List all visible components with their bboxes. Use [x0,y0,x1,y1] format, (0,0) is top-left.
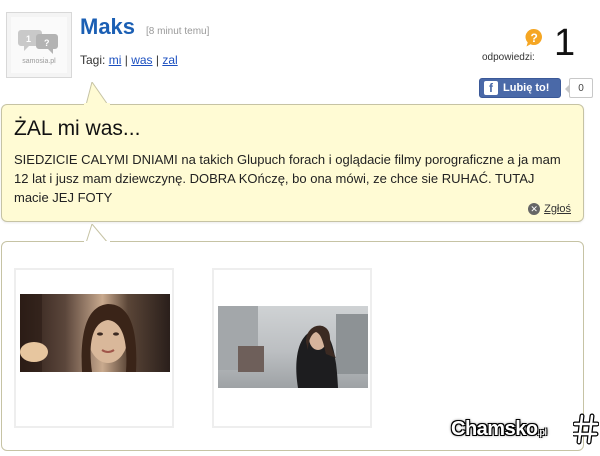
tag-link-zal[interactable]: zal [162,53,177,67]
svg-text:?: ? [44,38,50,48]
answers-count: 1 [554,22,576,64]
gallery-tail [84,224,110,244]
avatar-label: samosia.pl [22,57,56,65]
facebook-like-button[interactable]: f Lubię to! [479,78,561,98]
post-title: ŻAL mi was... [14,117,141,140]
avatar-image: 1 ? samosia.pl [11,17,67,73]
post-body: SIEDZICIE CALYMI DNIAMI na takich Glupuc… [14,152,561,205]
svg-text:1: 1 [26,34,31,44]
avatar[interactable]: 1 ? samosia.pl [6,12,72,78]
tag-separator: | [155,53,159,67]
hashtag-logo-icon [573,413,599,445]
speech-bubbles-icon: 1 ? [18,29,58,54]
report-button[interactable]: ✕ Zgłoś [528,203,571,215]
author-link[interactable]: Maks [80,14,135,40]
post-time: [8 minut temu] [146,26,210,37]
tags-row: Tagi: mi | was | zal [80,53,178,67]
tag-separator: | [124,53,128,67]
like-label: Lubię to! [503,82,550,94]
facebook-icon: f [484,81,498,95]
question-box: ŻAL mi was... SIEDZICIE CALYMI DNIAMI na… [1,104,584,222]
question-bubble-icon: ? [525,28,542,47]
photo-thumbnail[interactable] [212,268,372,428]
photo-image [218,306,368,388]
answers-label: odpowiedzi: [482,52,535,63]
tags-label: Tagi: [80,53,106,67]
photo-image [20,294,170,372]
svg-text:?: ? [531,31,538,45]
site-watermark: Chamsko.pl [451,418,547,441]
watermark-suffix: .pl [537,427,548,437]
bubble-tail [84,82,110,106]
like-count: 0 [565,78,593,98]
report-label: Zgłoś [544,203,571,215]
watermark-text: Chamsko [451,418,538,440]
photo-thumbnail[interactable] [14,268,174,428]
tag-link-was[interactable]: was [131,53,152,67]
tag-link-mi[interactable]: mi [109,53,122,67]
close-icon: ✕ [528,203,541,215]
